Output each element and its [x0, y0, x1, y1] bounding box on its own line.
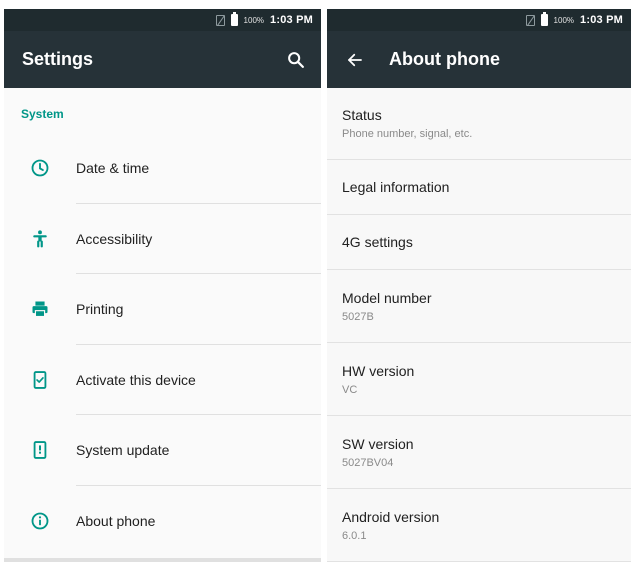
- item-title: Model number: [342, 289, 432, 306]
- setting-system-update[interactable]: System update: [4, 415, 321, 486]
- item-summary: VC: [342, 383, 358, 396]
- battery-icon: [540, 12, 548, 26]
- back-button[interactable]: [345, 50, 365, 70]
- search-icon: [288, 52, 304, 68]
- item-title: Android version: [342, 508, 440, 525]
- about-item-sw-version[interactable]: SW version 5027BV04: [327, 416, 631, 489]
- setting-date-time[interactable]: Date & time: [4, 133, 321, 204]
- setting-about-phone[interactable]: About phone: [4, 486, 321, 557]
- printer-icon: [32, 301, 48, 318]
- battery-percent: 100%: [243, 15, 265, 25]
- status-bar: 100% 1:03 PM: [4, 9, 321, 31]
- page-title: About phone: [389, 49, 500, 69]
- setting-label: Accessibility: [76, 230, 153, 247]
- about-item-status[interactable]: Status Phone number, signal, etc.: [327, 88, 631, 160]
- info-icon: [31, 512, 49, 530]
- item-title: HW version: [342, 362, 415, 379]
- status-bar: 100% 1:03 PM: [327, 9, 631, 31]
- settings-screen: 100% 1:03 PM Settings System Date & time: [4, 9, 321, 562]
- item-summary: 5027BV04: [342, 456, 394, 469]
- no-sim-icon: [215, 14, 225, 26]
- no-sim-icon: [525, 14, 535, 26]
- phone-update-icon: [33, 441, 47, 460]
- about-item-hw-version[interactable]: HW version VC: [327, 343, 631, 416]
- setting-accessibility[interactable]: Accessibility: [4, 204, 321, 274]
- status-time: 1:03 PM: [270, 14, 313, 26]
- setting-label: Activate this device: [76, 371, 196, 388]
- about-item-model-number[interactable]: Model number 5027B: [327, 270, 631, 343]
- about-item-android-version[interactable]: Android version 6.0.1: [327, 489, 631, 562]
- item-title: Status: [342, 107, 382, 123]
- item-summary: 5027B: [342, 310, 374, 323]
- section-header-system: System: [21, 107, 64, 121]
- page-title: Settings: [22, 49, 94, 69]
- setting-printing[interactable]: Printing: [4, 274, 321, 345]
- item-title: 4G settings: [342, 234, 413, 250]
- clock-icon: [31, 159, 49, 177]
- about-list: Status Phone number, signal, etc. Legal …: [327, 88, 631, 562]
- accessibility-icon: [33, 230, 47, 248]
- item-summary: 6.0.1: [342, 529, 367, 542]
- setting-label: Printing: [76, 301, 124, 318]
- about-toolbar: About phone: [327, 31, 631, 88]
- item-summary: Phone number, signal, etc.: [342, 128, 473, 140]
- back-arrow-icon: [348, 53, 362, 66]
- phone-check-icon: [33, 370, 47, 389]
- about-item-4g-settings[interactable]: 4G settings: [327, 215, 631, 270]
- setting-label: About phone: [76, 512, 156, 529]
- about-item-legal[interactable]: Legal information: [327, 160, 631, 215]
- battery-percent: 100%: [553, 15, 575, 25]
- item-title: Legal information: [342, 179, 450, 195]
- status-time: 1:03 PM: [580, 14, 623, 26]
- settings-toolbar: Settings: [4, 31, 321, 88]
- about-phone-screen: 100% 1:03 PM About phone Status Phone nu…: [327, 9, 631, 562]
- battery-icon: [230, 12, 238, 26]
- item-title: SW version: [342, 435, 414, 452]
- setting-label: System update: [76, 442, 170, 459]
- setting-activate-device[interactable]: Activate this device: [4, 345, 321, 415]
- search-button[interactable]: [285, 49, 307, 71]
- setting-label: Date & time: [76, 160, 150, 177]
- bottom-edge: [4, 558, 321, 562]
